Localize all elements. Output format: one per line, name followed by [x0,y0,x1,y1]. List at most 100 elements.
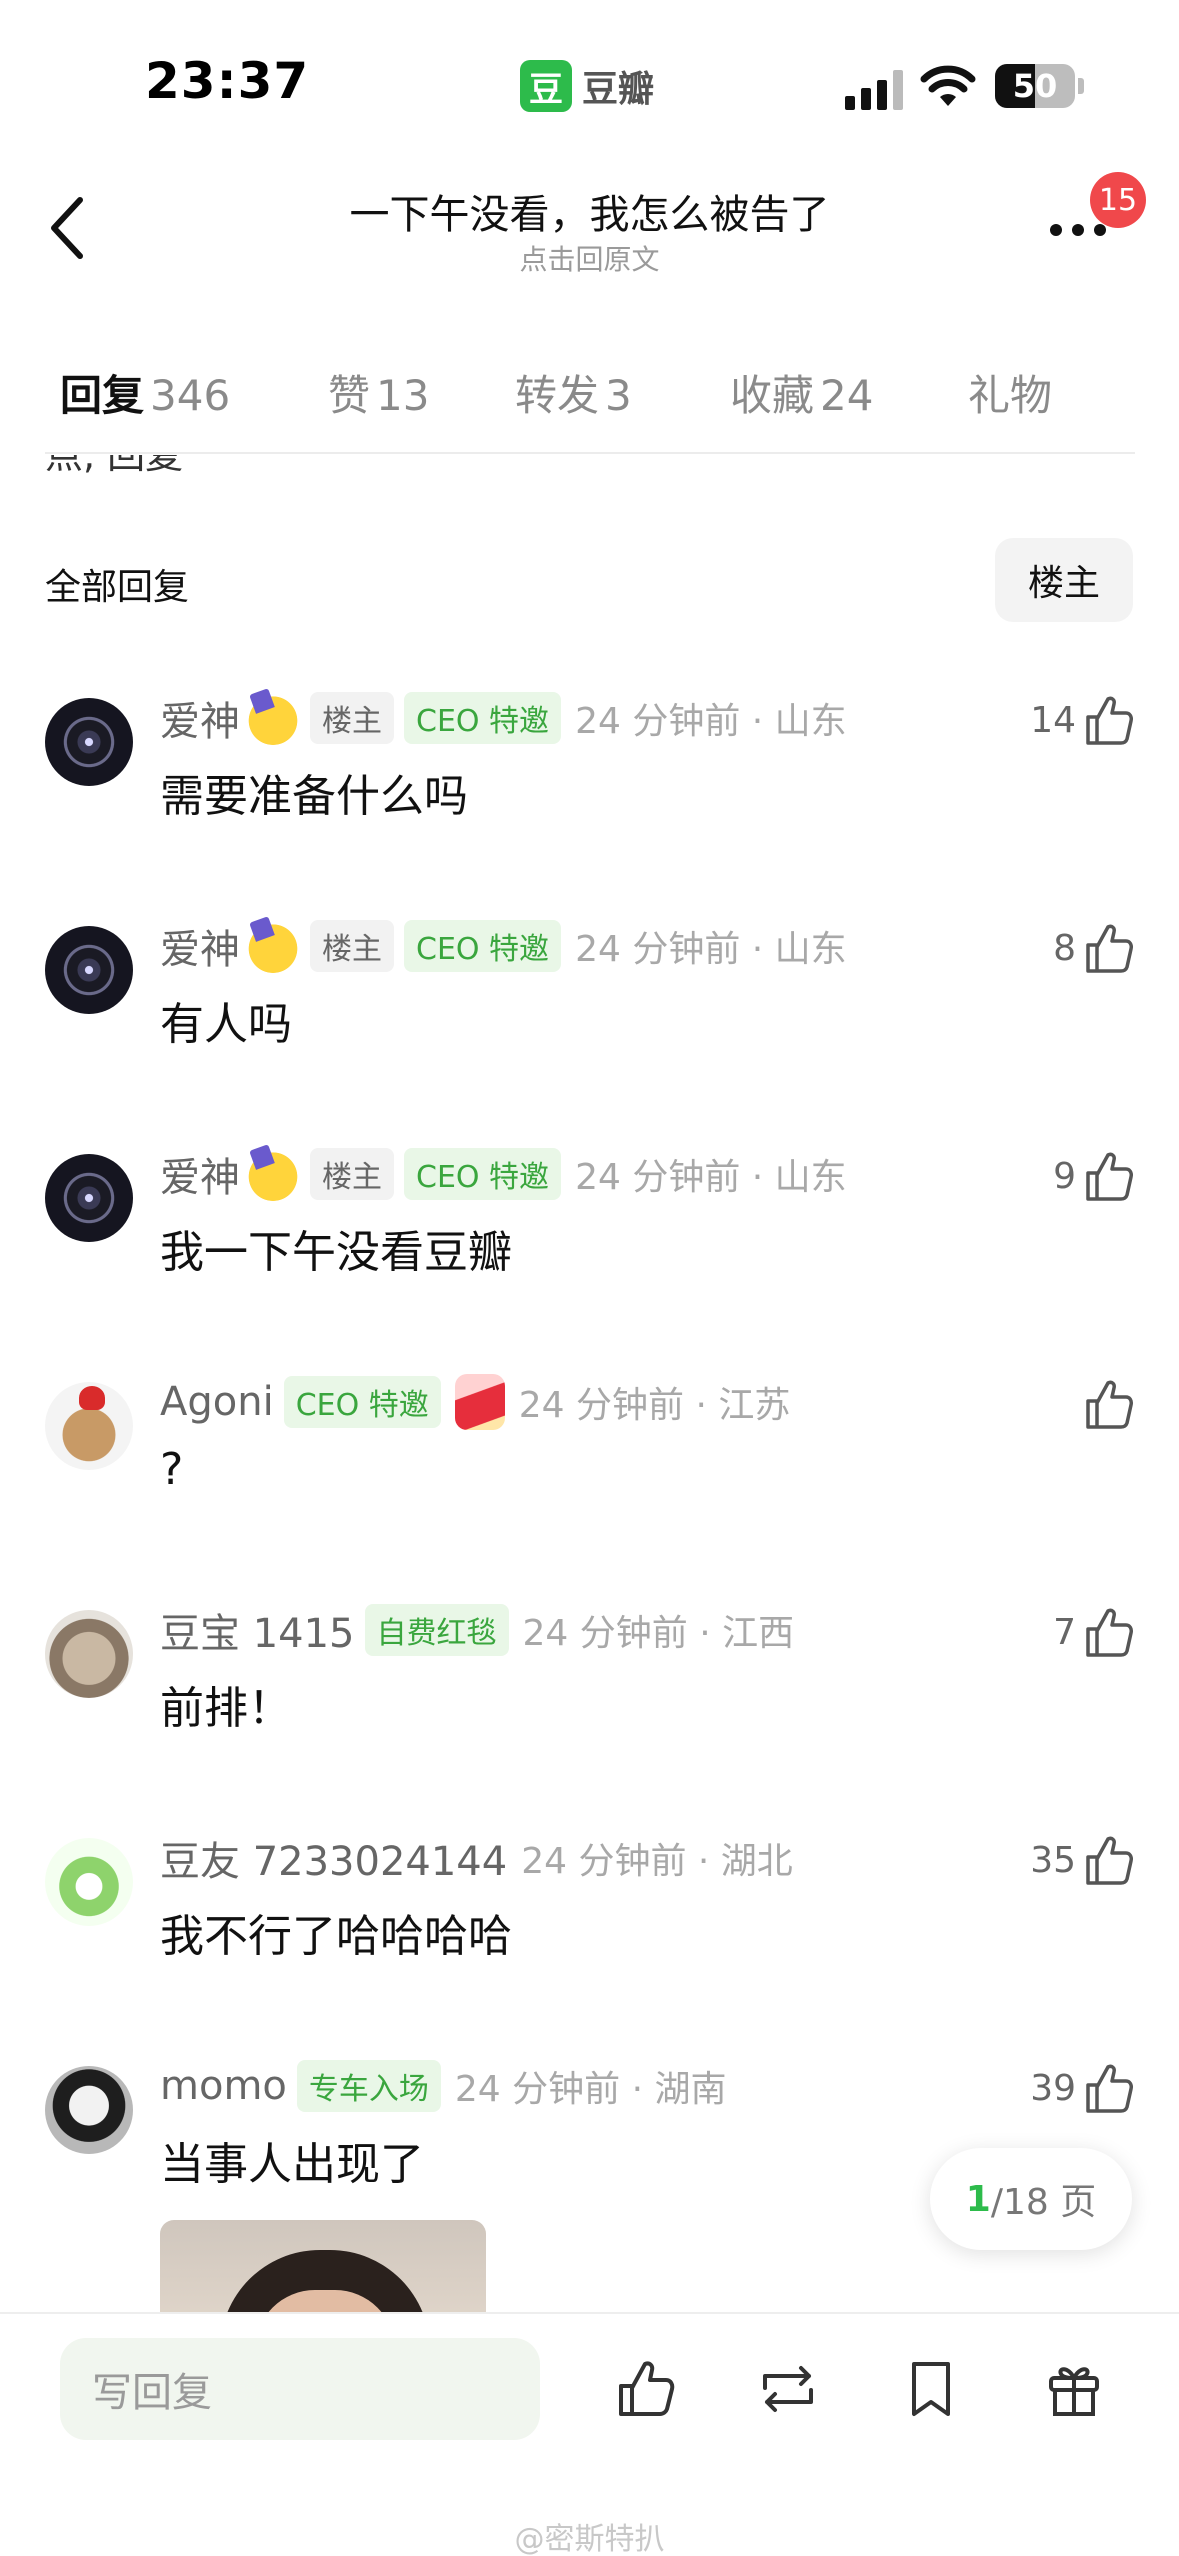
username[interactable]: 爱神 [160,917,240,975]
thumb-up-icon [1086,1152,1133,1201]
thumb-up-icon [1086,1608,1133,1657]
username[interactable]: 豆友 7233024144 [160,1829,507,1887]
like-button[interactable]: 9 [1053,1146,1134,1206]
total-pages: /18 页 [990,2182,1097,2223]
like-count: 7 [1053,1611,1076,1653]
like-button[interactable]: 7 [1053,1602,1134,1662]
notification-badge: 15 [1090,172,1146,228]
time-location: 24 分钟前 · 江西 [522,1613,795,1654]
status-time: 23:37 [145,52,310,110]
owner-tag: 楼主 [310,920,394,972]
watermark: @密斯特扒 [514,2522,665,2556]
owner-tag: 楼主 [310,692,394,744]
paid-red-carpet-tag: 自费红毯 [364,1604,509,1656]
comment-text: 我一下午没看豆瓣 [160,1227,512,1278]
time-location: 24 分钟前 · 山东 [575,701,847,742]
nav-bar: 一下午没看，我怎么被告了 点击回原文 [0,160,1179,290]
scrolled-header-text: 点, 回复 [45,455,184,477]
tab-likes[interactable]: 赞 13 [328,362,429,423]
like-count: 9 [1053,1155,1076,1197]
tabs-divider [45,452,1135,454]
battery-percent: 50 [1012,67,1058,105]
comment-text: 当事人出现了 [160,2139,424,2190]
thumb-up-icon [1086,2064,1133,2113]
back-to-post-link[interactable]: 点击回原文 [0,238,1179,278]
reply-input[interactable]: 写回复 [60,2338,540,2440]
page-indicator[interactable]: 1 /18 页 [930,2148,1132,2250]
tab-replies[interactable]: 回复 346 [60,362,230,423]
thumb-up-icon [1086,924,1133,973]
avatar[interactable] [45,926,133,1014]
username[interactable]: momo [160,2063,287,2109]
comment-text: 前排！ [160,1683,292,1734]
thumb-up-icon [1086,696,1133,745]
like-count: 8 [1053,927,1076,969]
time-location: 24 分钟前 · 湖南 [454,2069,727,2110]
like-button[interactable]: 14 [1030,690,1134,750]
ceo-invite-tag: CEO 特邀 [404,920,562,972]
username[interactable]: Agoni [160,1379,274,1425]
post-title[interactable]: 一下午没看，我怎么被告了 [0,182,1179,240]
comment-meta: 爱神 楼主 CEO 特邀 24 分钟前 · 山东 [160,690,847,746]
tab-favorites[interactable]: 收藏 24 [730,362,873,423]
bookmark-icon[interactable] [900,2358,962,2420]
time-location: 24 分钟前 · 山东 [575,1157,847,1198]
thumb-up-icon [1086,1836,1133,1885]
like-button[interactable]: 39 [1030,2058,1134,2118]
like-count: 39 [1030,2067,1076,2109]
tab-bar: 回复 346 赞 13 转发 3 收藏 24 礼物 [0,350,1179,450]
like-button[interactable]: 35 [1030,1830,1134,1890]
comment-meta: 豆宝 1415 自费红毯 24 分钟前 · 江西 [160,1602,794,1658]
avatar[interactable] [45,1154,133,1242]
repost-icon[interactable] [757,2358,819,2420]
bottom-action-bar: 写回复 @密斯特扒 [0,2312,1179,2556]
thumb-up-icon [1086,1380,1133,1429]
comment-item[interactable]: 爱神 楼主 CEO 特邀 24 分钟前 · 山东 8 有人吗 [0,918,1179,1118]
comment-meta: 爱神 楼主 CEO 特邀 24 分钟前 · 山东 [160,918,847,974]
avatar[interactable] [45,1382,133,1470]
comment-item[interactable]: 爱神 楼主 CEO 特邀 24 分钟前 · 山东 14 需要准备什么吗 [0,690,1179,890]
comment-item[interactable]: 爱神 楼主 CEO 特邀 24 分钟前 · 山东 9 我一下午没看豆瓣 [0,1146,1179,1346]
gift-icon[interactable] [1043,2358,1105,2420]
time-location: 24 分钟前 · 湖北 [521,1841,793,1882]
tab-gifts[interactable]: 礼物 [968,362,1058,423]
ceo-invite-tag: CEO 特邀 [283,1376,441,1428]
battery-tip [1078,78,1084,94]
battery-icon: 50 [995,64,1075,108]
like-icon[interactable] [615,2358,677,2420]
comment-item[interactable]: 豆宝 1415 自费红毯 24 分钟前 · 江西 7 前排！ [0,1602,1179,1802]
like-count: 35 [1030,1839,1076,1881]
app-indicator: 豆 豆瓣 [520,58,654,114]
partying-face-icon [246,919,300,973]
comment-text: 我不行了哈哈哈哈 [160,1911,512,1962]
comment-text: 有人吗 [160,999,292,1050]
avatar[interactable] [45,2066,133,2154]
current-page: 1 [965,2178,991,2220]
comment-meta: momo 专车入场 24 分钟前 · 湖南 [160,2058,726,2114]
time-location: 24 分钟前 · 江苏 [518,1385,791,1426]
username[interactable]: 爱神 [160,1145,240,1203]
comment-meta: 爱神 楼主 CEO 特邀 24 分钟前 · 山东 [160,1146,847,1202]
username[interactable]: 爱神 [160,689,240,747]
avatar[interactable] [45,698,133,786]
comment-meta: Agoni CEO 特邀 24 分钟前 · 江苏 [160,1374,790,1430]
ceo-invite-tag: CEO 特邀 [404,1148,562,1200]
like-button[interactable]: 8 [1053,918,1134,978]
time-location: 24 分钟前 · 山东 [575,929,847,970]
owner-tag: 楼主 [310,1148,394,1200]
comment-item[interactable]: 豆友 7233024144 24 分钟前 · 湖北 35 我不行了哈哈哈哈 [0,1830,1179,2030]
section-title: 全部回复 [45,567,190,608]
like-button[interactable] [1076,1374,1134,1434]
comment-item[interactable]: Agoni CEO 特邀 24 分钟前 · 江苏 ? [0,1374,1179,1574]
tab-reposts[interactable]: 转发 3 [515,362,632,423]
douban-logo-icon: 豆 [520,60,572,112]
cellular-signal-icon [845,68,905,110]
like-count: 14 [1030,699,1076,741]
avatar[interactable] [45,1838,133,1926]
sticker-icon [454,1374,505,1430]
username[interactable]: 豆宝 1415 [160,1601,355,1659]
status-bar: 23:37 豆 豆瓣 50 [0,0,1179,150]
owner-only-filter-button[interactable]: 楼主 [995,538,1133,622]
avatar[interactable] [45,1610,133,1698]
app-name: 豆瓣 [582,69,655,110]
